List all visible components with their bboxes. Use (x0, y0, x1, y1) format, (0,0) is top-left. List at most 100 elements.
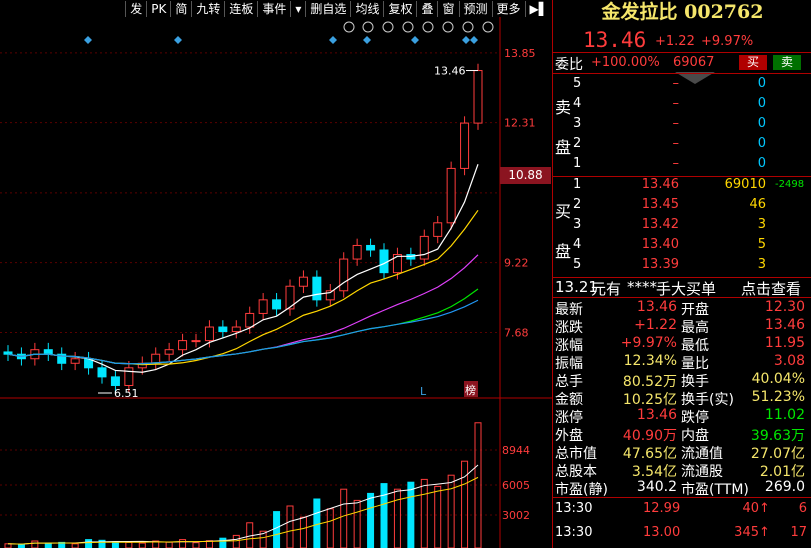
big-order-link[interactable]: 点击查看 (741, 278, 801, 299)
tick-price: 12.99 (643, 501, 681, 516)
candle-body (124, 367, 134, 386)
last-price: 13.46 (583, 28, 647, 52)
candle-body (178, 340, 188, 351)
level-num: 5 (573, 76, 582, 91)
ma-line (7, 299, 479, 365)
buy-button[interactable]: 买 (739, 55, 767, 70)
side-label: 买盘 (555, 202, 572, 261)
stat-value: 3.08 (773, 353, 805, 369)
big-order-label: 大买单 (671, 280, 717, 298)
candle-body (43, 349, 53, 355)
price-change: +1.22 (655, 34, 695, 49)
level-price: 13.40 (641, 237, 679, 252)
order-level-row: 1 – 0 (553, 156, 811, 176)
volume-bar (353, 499, 361, 548)
candle-body (164, 349, 174, 355)
stat-value: 13.46 (636, 299, 677, 315)
search-icon (362, 21, 374, 33)
toolbar-item-2[interactable]: 简 (170, 0, 191, 17)
volume-bar (71, 543, 79, 548)
level-change: -2498 (775, 179, 805, 190)
zoom-in-icon (462, 21, 474, 33)
stat-label: 总手 (555, 374, 583, 390)
toolbar-item-4[interactable]: 连板 (224, 0, 257, 17)
stat-label: 开盘 (681, 302, 709, 318)
quote-row: 13.46 +1.22 +9.97% (553, 28, 811, 52)
stat-label: 市盈(静) (555, 482, 608, 498)
volume-bar (340, 488, 348, 548)
toolbar-item-7[interactable]: 删自选 (305, 0, 350, 17)
level-price: 13.39 (641, 257, 679, 272)
stat-label: 市盈(TTM) (681, 482, 749, 498)
stat-label: 金额 (555, 392, 583, 408)
event-diamond-icon (462, 36, 470, 44)
level-num: 1 (573, 156, 582, 171)
level-num: 4 (573, 237, 582, 252)
stat-value: 40.90万 (622, 428, 677, 444)
toolbar-item-5[interactable]: 事件 (257, 0, 290, 17)
toolbar-item-10[interactable]: 叠 (416, 0, 437, 17)
event-diamond-icon (363, 36, 371, 44)
toolbar-item-14[interactable]: ▶▌ (524, 0, 552, 17)
price-axis-label: 13.85 (504, 47, 536, 60)
arrow-up-icon: ↑ (759, 525, 770, 540)
high-price-label: 13.46 (434, 65, 466, 78)
level-volume: 0 (757, 96, 766, 111)
tick-volume: 40 (742, 501, 759, 516)
level-price: 13.42 (641, 217, 679, 232)
volume-bar (407, 481, 415, 548)
tick-count: 6 (798, 501, 807, 516)
toolbar-item-1[interactable]: PK (146, 0, 170, 17)
order-level-row: 3 13.42 3 (553, 217, 811, 237)
stat-value: 40.04% (751, 371, 805, 387)
big-order-hand: 手 (656, 280, 672, 298)
volume-bar (367, 492, 375, 548)
toolbar-item-8[interactable]: 均线 (350, 0, 383, 17)
order-level-row: 4 13.40 5 (553, 237, 811, 257)
stat-value: 340.2 (636, 479, 677, 495)
stat-value: 39.63万 (750, 428, 805, 444)
volume-bar (138, 542, 146, 548)
kline-chart[interactable]: 13.85 12.31 9.22 7.68 8944 6005 3002 13.46 6.51 L… (0, 17, 552, 548)
stat-value: 27.07亿 (750, 446, 805, 462)
big-order-mask: **** (627, 278, 657, 296)
order-level-row: 3 – 0 (553, 116, 811, 136)
toolbar-item-11[interactable]: 窗 (437, 0, 458, 17)
divider (553, 52, 811, 53)
quote-panel: 金发拉比 002762 13.46 +1.22 +9.97% 委比 +100.0… (552, 0, 811, 548)
stat-value: +1.22 (634, 317, 677, 333)
toolbar-item-6[interactable]: ▾ (290, 0, 305, 17)
candle-body (433, 222, 443, 237)
level-num: 4 (573, 96, 582, 111)
stat-value: 13.46 (764, 317, 805, 333)
stat-value: 3.54亿 (631, 464, 677, 480)
stat-label: 流通值 (681, 446, 723, 462)
level-num: 2 (573, 136, 582, 151)
level-volume: 3 (757, 257, 766, 272)
candle-body (339, 258, 349, 292)
current-price-box: 10.88 (500, 167, 551, 184)
sell-button[interactable]: 卖 (773, 55, 801, 70)
stat-label: 流通股 (681, 464, 723, 480)
volume-bar (192, 542, 200, 548)
stat-label: 涨幅 (555, 338, 583, 354)
candle-body (446, 167, 456, 224)
arrow-up-icon: ↑ (759, 501, 770, 516)
candle-body (473, 70, 483, 124)
play-icon (402, 21, 414, 33)
zoom-out-icon (482, 21, 494, 33)
volume-bar (165, 541, 173, 548)
toolbar-item-0[interactable]: 发 (125, 0, 146, 17)
level-price: – (672, 116, 680, 131)
volume-bar (461, 460, 469, 548)
toolbar-item-12[interactable]: 预测 (458, 0, 492, 17)
candle-body (312, 276, 322, 301)
toolbar-item-9[interactable]: 复权 (383, 0, 416, 17)
candle-body (352, 244, 362, 260)
candle-body (298, 276, 308, 287)
volume-bar (219, 537, 227, 548)
toolbar-item-13[interactable]: 更多 (491, 0, 525, 17)
candle-body (191, 340, 201, 343)
toolbar-item-3[interactable]: 九转 (191, 0, 224, 17)
volume-bar (85, 539, 93, 548)
